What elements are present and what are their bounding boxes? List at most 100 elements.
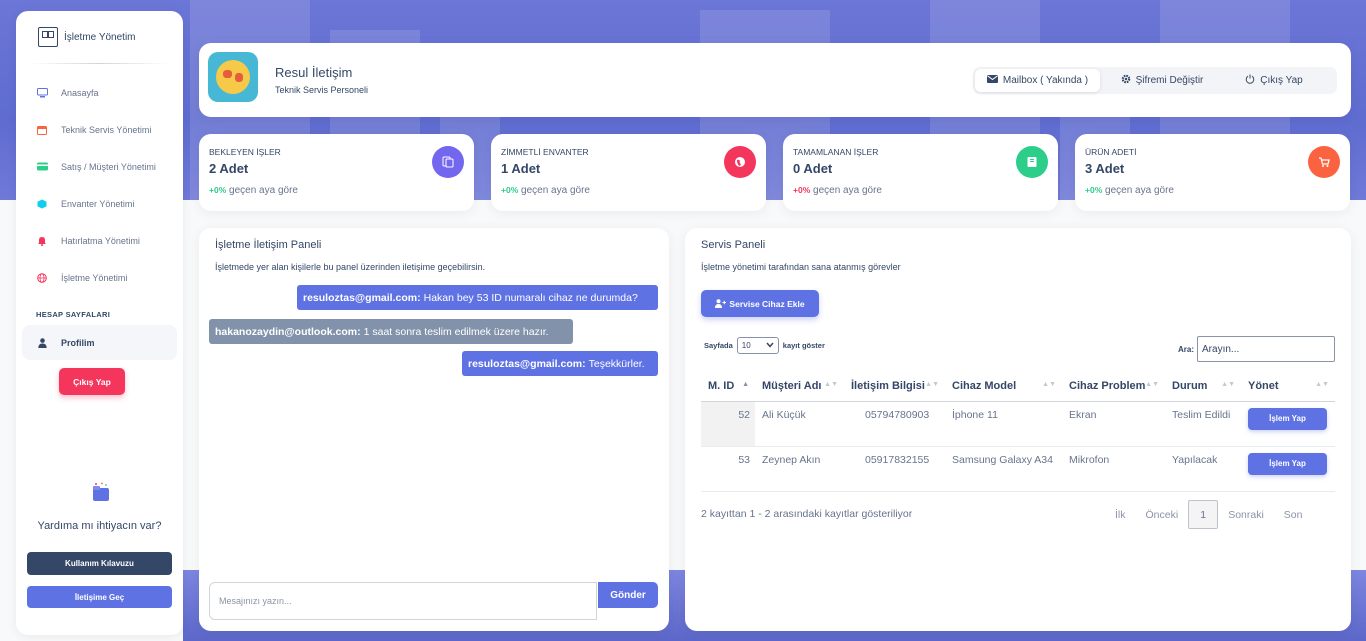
cell-status: Yapılacak (1165, 446, 1241, 492)
column-header-manage[interactable]: Yönet ▲▼ (1241, 372, 1335, 402)
table-row: 52 Ali Küçük 05794780903 İphone 11 Ekran… (701, 401, 1335, 447)
bell-icon (36, 235, 48, 247)
sidebar-item-hatirlatma[interactable]: Hatırlatma Yönetimi (16, 222, 183, 259)
brand[interactable]: İşletme Yönetim (16, 11, 183, 63)
stat-label: TAMAMLANAN İŞLER (793, 147, 879, 157)
stat-suffix: geçen aya göre (813, 185, 882, 196)
stat-card-completed: TAMAMLANAN İŞLER 0 Adet +0% geçen aya gö… (783, 134, 1058, 211)
sidebar-item-label: Anasayfa (61, 87, 99, 98)
stat-value: 0 Adet (793, 161, 833, 176)
stat-change: +0% geçen aya göre (501, 185, 590, 196)
send-button[interactable]: Gönder (598, 582, 658, 608)
process-button[interactable]: İşlem Yap (1248, 452, 1327, 475)
sidebar-nav: Anasayfa Teknik Servis Yönetimi Satış / … (16, 74, 183, 296)
chat-message: hakanozaydin@outlook.com: 1 saat sonra t… (209, 319, 573, 344)
column-header-model[interactable]: Cihaz Model ▲▼ (945, 372, 1062, 402)
page-length-select[interactable]: 10 (736, 337, 779, 354)
globe-icon (724, 146, 756, 178)
sidebar-item-envanter[interactable]: Envanter Yönetimi (16, 185, 183, 222)
table-search: Ara: Arayın... (1178, 336, 1336, 362)
sort-icon: ▲ (742, 381, 749, 388)
help-folder-icon (90, 482, 112, 504)
cell-phone: 05794780903 (844, 401, 945, 447)
stat-card-inventory: ZİMMETLİ ENVANTER 1 Adet +0% geçen aya g… (491, 134, 766, 211)
user-guide-button[interactable]: Kullanım Kılavuzu (27, 552, 172, 575)
message-text: Hakan bey 53 ID numaralı cihaz ne durumd… (423, 291, 638, 304)
chat-message: resuloztas@gmail.com: Hakan bey 53 ID nu… (297, 285, 658, 310)
header-actions: Mailbox ( Yakında ) Şifremi Değiştir Çık… (973, 67, 1337, 94)
page-length-control: Sayfada 10 kayıt göster (704, 337, 825, 354)
calendar-icon (36, 124, 48, 136)
user-role: Teknik Servis Personeli (275, 85, 369, 95)
search-label: Ara: (1178, 344, 1195, 354)
sort-icon: ▲▼ (824, 381, 838, 388)
chevron-down-icon (766, 341, 774, 350)
add-device-label: Servise Cihaz Ekle (729, 298, 805, 309)
pagination-current[interactable]: 1 (1188, 500, 1219, 529)
stat-value: 3 Adet (1085, 161, 1125, 176)
credit-card-icon (36, 161, 48, 173)
service-subtitle: İşletme yönetimi tarafından sana atanmış… (701, 262, 901, 272)
mailbox-button[interactable]: Mailbox ( Yakında ) (975, 69, 1100, 92)
column-header-customer[interactable]: Müşteri Adı ▲▼ (755, 372, 844, 402)
search-input[interactable]: Arayın... (1197, 336, 1336, 362)
process-button[interactable]: İşlem Yap (1248, 407, 1327, 430)
sidebar-item-isletme[interactable]: İşletme Yönetimi (16, 259, 183, 296)
logout-button[interactable]: Çıkış Yap (1224, 69, 1324, 92)
table-info: 2 kayıttan 1 - 2 arasındaki kayıtlar gös… (701, 508, 913, 520)
cell-action: İşlem Yap (1241, 446, 1335, 492)
change-password-button[interactable]: Şifremi Değiştir (1100, 69, 1224, 92)
stat-suffix: geçen aya göre (229, 185, 298, 196)
mailbox-label: Mailbox ( Yakında ) (1002, 75, 1089, 86)
pagination: İlk Önceki 1 Sonraki Son (1105, 500, 1312, 529)
column-header-status[interactable]: Durum ▲▼ (1165, 372, 1241, 402)
sidebar-item-label: Satış / Müşteri Yönetimi (61, 161, 156, 172)
message-input[interactable]: Mesajınızı yazın... (209, 582, 597, 620)
stat-change: +0% geçen aya göre (793, 185, 882, 196)
column-header-problem[interactable]: Cihaz Problem ▲▼ (1062, 372, 1165, 402)
sidebar-item-label: Teknik Servis Yönetimi (61, 124, 152, 135)
sidebar-item-label: Hatırlatma Yönetimi (61, 235, 140, 246)
change-password-label: Şifremi Değiştir (1135, 75, 1204, 86)
note-icon (1016, 146, 1048, 178)
page-length-suffix: kayıt göster (782, 341, 825, 350)
cart-icon (1308, 146, 1340, 178)
pagination-first[interactable]: İlk (1105, 500, 1136, 529)
sidebar-item-satis-musteri[interactable]: Satış / Müşteri Yönetimi (16, 148, 183, 185)
service-panel: Servis Paneli İşletme yönetimi tarafında… (685, 228, 1351, 631)
stat-pct: +0% (501, 185, 519, 195)
chat-title: İşletme İletişim Paneli (215, 239, 322, 251)
stat-value: 1 Adet (501, 161, 541, 176)
sidebar-item-label: İşletme Yönetimi (61, 272, 128, 283)
world-map-icon (216, 60, 250, 94)
message-text: Teşekkürler. (588, 357, 645, 370)
user-name: Resul İletişim (275, 65, 353, 80)
column-header-id[interactable]: M. ID ▲ (701, 372, 755, 402)
pagination-next[interactable]: Sonraki (1218, 500, 1274, 529)
cell-model: Samsung Galaxy A34 (945, 446, 1062, 492)
user-icon (36, 337, 48, 349)
sidebar-item-teknik-servis[interactable]: Teknik Servis Yönetimi (16, 111, 183, 148)
page-length-value: 10 (741, 341, 751, 350)
stat-pct: +0% (793, 185, 811, 195)
column-header-contact[interactable]: İletişim Bilgisi ▲▼ (844, 372, 945, 402)
stat-card-pending: BEKLEYEN İŞLER 2 Adet +0% geçen aya göre (199, 134, 474, 211)
monitor-icon (36, 87, 48, 99)
service-table: M. ID ▲ Müşteri Adı ▲▼ İletişim Bilgisi ▲▼ … (701, 372, 1335, 492)
stat-suffix: geçen aya göre (1105, 185, 1174, 196)
pagination-last[interactable]: Son (1274, 500, 1313, 529)
sidebar-logout-button[interactable]: Çıkış Yap (59, 368, 125, 395)
stat-card-products: ÜRÜN ADETİ 3 Adet +0% geçen aya göre (1075, 134, 1350, 211)
contact-button[interactable]: İletişime Geç (27, 586, 172, 608)
logout-label: Çıkış Yap (1260, 75, 1303, 86)
pagination-prev[interactable]: Önceki (1136, 500, 1189, 529)
sidebar-item-anasayfa[interactable]: Anasayfa (16, 74, 183, 111)
cell-id: 53 (701, 446, 755, 492)
sidebar: İşletme Yönetim Anasayfa Teknik Servis Y… (16, 11, 183, 635)
message-sender: resuloztas@gmail.com: (303, 291, 421, 304)
brand-logo-icon (38, 27, 58, 47)
globe-icon (36, 272, 48, 284)
add-device-button[interactable]: Servise Cihaz Ekle (701, 290, 819, 317)
sidebar-item-profilim[interactable]: Profilim (22, 325, 177, 360)
brand-title: İşletme Yönetim (64, 31, 136, 43)
